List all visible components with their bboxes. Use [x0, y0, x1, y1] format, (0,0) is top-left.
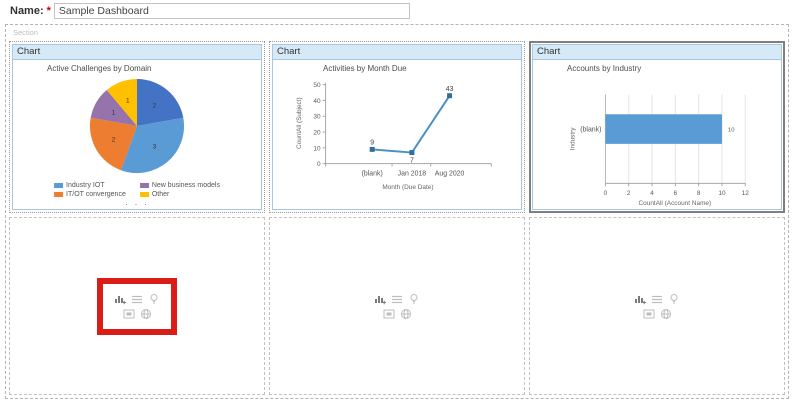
chart-title: Accounts by Industry [567, 64, 642, 73]
bar-chart: 0 2 4 6 8 10 12 10 (blank) Industry CountAll (Acco… [533, 60, 781, 209]
insert-chart-icon[interactable] [634, 293, 646, 305]
legend-label: IT/OT convergence [66, 191, 126, 198]
panel-header[interactable]: Chart [533, 45, 781, 60]
svg-text:0: 0 [317, 161, 321, 168]
dashboard-section[interactable]: Section Chart Active Challenges by Domai… [5, 24, 789, 399]
panel-header[interactable]: Chart [13, 45, 261, 60]
legend-label: Industry IOT [66, 182, 105, 189]
svg-text:8: 8 [697, 190, 701, 197]
svg-text:(blank): (blank) [580, 127, 601, 134]
insert-iframe-icon[interactable] [383, 308, 395, 320]
svg-text:2: 2 [627, 190, 631, 197]
svg-text:Aug 2020: Aug 2020 [435, 170, 465, 177]
insert-webresource-icon[interactable] [660, 308, 672, 320]
line-chart: 0 10 20 30 40 50 9 (blank) 7 Jan 2018 43 Aug 2020 Mo… [273, 60, 521, 209]
panel-header-label: Chart [537, 46, 561, 57]
svg-text:1: 1 [126, 98, 130, 105]
chart-body: Active Challenges by Domain 2 3 2 1 1 Indust… [13, 60, 261, 209]
svg-text:2: 2 [153, 102, 157, 109]
svg-text:CountAll (Subject): CountAll (Subject) [296, 97, 303, 149]
legend-overflow-button[interactable]: · · · [125, 200, 149, 209]
dashboard-panel-empty-1[interactable] [9, 217, 265, 395]
panel-header[interactable]: Chart [273, 45, 521, 60]
svg-text:10: 10 [728, 128, 735, 134]
insert-iframe-icon[interactable] [123, 308, 135, 320]
svg-text:30: 30 [313, 114, 321, 121]
insert-iframe-icon[interactable] [643, 308, 655, 320]
legend-swatch [139, 192, 149, 197]
chartbox: Chart Activities by Month Due 0 10 20 30 40 5… [272, 44, 522, 210]
svg-text:20: 20 [313, 130, 321, 137]
chart-body: Accounts by Industry 0 2 4 6 8 10 12 10 (blank) I… [533, 60, 781, 209]
chart-legend: Industry IOT New business models IT/OT con… [54, 182, 220, 198]
svg-text:Month (Due Date): Month (Due Date) [382, 184, 433, 191]
insert-chart-icon[interactable] [114, 293, 126, 305]
svg-text:Industry: Industry [570, 127, 577, 151]
section-label: Section [13, 28, 39, 37]
insert-widget-icons [617, 278, 697, 335]
icon-row [634, 293, 680, 305]
icon-row [114, 293, 160, 305]
svg-text:10: 10 [718, 190, 726, 197]
legend-item: Industry IOT [54, 182, 126, 189]
chartbox: Chart Active Challenges by Domain 2 3 2 1 1 … [12, 44, 262, 210]
insert-widget-icons [357, 278, 437, 335]
dashboard-name-input[interactable] [53, 3, 410, 19]
insert-list-icon[interactable] [131, 293, 143, 305]
panel-grid: Chart Active Challenges by Domain 2 3 2 1 1 … [9, 41, 785, 395]
dashboard-panel-line[interactable]: Chart Activities by Month Due 0 10 20 30 40 5… [269, 41, 525, 213]
insert-list-icon[interactable] [651, 293, 663, 305]
svg-text:12: 12 [742, 190, 750, 197]
panel-header-label: Chart [17, 46, 41, 57]
required-marker: * [46, 5, 51, 17]
icon-row [123, 308, 152, 320]
insert-assistant-icon[interactable] [408, 293, 420, 305]
insert-webresource-icon[interactable] [140, 308, 152, 320]
legend-item: IT/OT convergence [54, 191, 126, 198]
chart-title: Activities by Month Due [323, 64, 407, 73]
legend-label: New business models [151, 182, 220, 189]
chart-title: Active Challenges by Domain [47, 64, 152, 73]
chart-body: Activities by Month Due 0 10 20 30 40 50 9 (bla… [273, 60, 521, 209]
dashboard-panel-empty-3[interactable] [529, 217, 785, 395]
name-label: Name: [10, 5, 44, 17]
panel-header-label: Chart [277, 46, 301, 57]
svg-text:6: 6 [674, 190, 678, 197]
legend-swatch [54, 183, 64, 188]
svg-text:0: 0 [604, 190, 608, 197]
svg-text:7: 7 [410, 157, 414, 164]
icon-row [374, 293, 420, 305]
icon-row [383, 308, 412, 320]
dashboard-panel-bar[interactable]: Chart Accounts by Industry 0 2 4 6 8 10 12 10 (b… [529, 41, 785, 213]
svg-text:1: 1 [112, 110, 116, 117]
legend-label: Other [151, 191, 170, 198]
pie-chart: 2 3 2 1 1 [72, 74, 202, 178]
svg-text:50: 50 [313, 82, 321, 89]
svg-text:Jan 2018: Jan 2018 [398, 170, 427, 177]
insert-assistant-icon[interactable] [148, 293, 160, 305]
legend-swatch [54, 192, 64, 197]
chartbox: Chart Accounts by Industry 0 2 4 6 8 10 12 10 (b… [532, 44, 782, 210]
svg-text:3: 3 [153, 144, 157, 151]
red-highlight-box [97, 277, 177, 335]
legend-item: New business models [139, 182, 220, 189]
svg-text:43: 43 [446, 86, 454, 93]
insert-webresource-icon[interactable] [400, 308, 412, 320]
svg-text:2: 2 [112, 137, 116, 144]
insert-list-icon[interactable] [391, 293, 403, 305]
legend-swatch [139, 183, 149, 188]
svg-text:10: 10 [313, 145, 321, 152]
svg-text:4: 4 [650, 190, 654, 197]
insert-assistant-icon[interactable] [668, 293, 680, 305]
insert-chart-icon[interactable] [374, 293, 386, 305]
dashboard-panel-pie[interactable]: Chart Active Challenges by Domain 2 3 2 1 1 … [9, 41, 265, 213]
svg-text:(blank): (blank) [362, 170, 383, 177]
svg-text:40: 40 [313, 98, 321, 105]
name-field-row: Name: * [10, 3, 410, 19]
icon-row [643, 308, 672, 320]
legend-item: Other [139, 191, 220, 198]
svg-text:9: 9 [370, 139, 374, 146]
dashboard-panel-empty-2[interactable] [269, 217, 525, 395]
svg-text:CountAll (Account Name): CountAll (Account Name) [639, 200, 712, 207]
